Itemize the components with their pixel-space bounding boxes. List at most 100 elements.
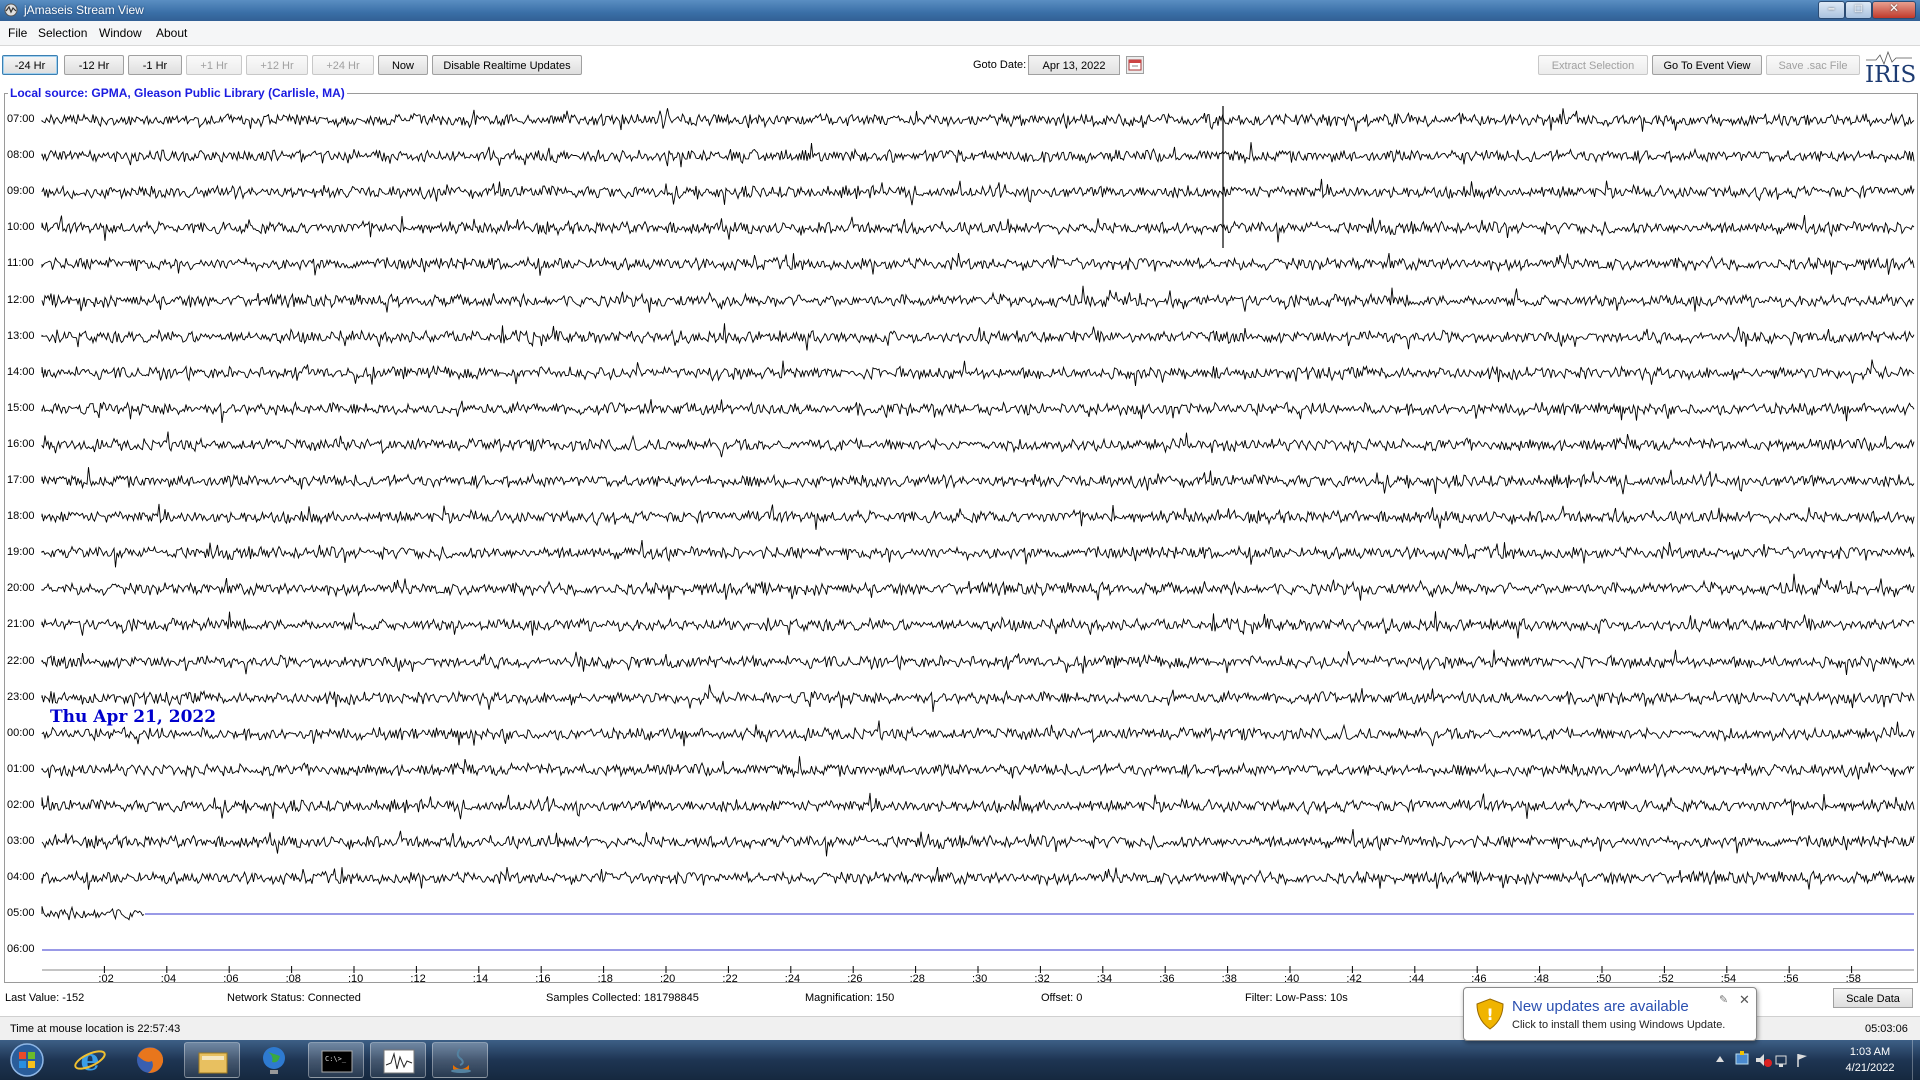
taskbar-command-prompt[interactable]: C:\>_ (308, 1042, 364, 1078)
minute-label: :46 (1471, 973, 1487, 985)
hour-label: 11:00 (7, 257, 34, 269)
system-tray (1716, 1051, 1807, 1067)
minute-label: :50 (1596, 973, 1612, 985)
taskbar-clock[interactable]: 1:03 AM 4/21/2022 (1830, 1044, 1910, 1076)
hour-label: 08:00 (7, 149, 35, 161)
seismic-trace (41, 649, 1915, 676)
start-button[interactable] (0, 1042, 54, 1078)
hour-label: 14:00 (7, 366, 35, 378)
clock-time: 1:03 AM (1849, 1046, 1891, 1058)
notification-options-icon[interactable]: ✎ (1719, 993, 1728, 1006)
minute-label: :08 (285, 973, 301, 985)
minute-label: :40 (1284, 973, 1300, 985)
minute-label: :30 (972, 973, 988, 985)
svg-text:!: ! (1486, 1005, 1493, 1024)
hour-label: 09:00 (7, 185, 35, 197)
hour-label: 13:00 (7, 330, 35, 342)
command-prompt-icon: C:\>_ (321, 1050, 353, 1073)
date-marker: Thu Apr 21, 2022 (50, 707, 217, 727)
update-notification[interactable]: ! New updates are available Click to ins… (1463, 987, 1757, 1041)
taskbar-file-explorer[interactable] (184, 1042, 240, 1078)
hour-label: 23:00 (7, 691, 35, 703)
hour-label: 18:00 (7, 510, 35, 522)
show-desktop-button[interactable] (1912, 1040, 1920, 1080)
hour-label: 03:00 (7, 835, 35, 847)
hour-label: 02:00 (7, 799, 35, 811)
magnification-status: Magnification: 150 (805, 992, 895, 1004)
taskbar-globe-app[interactable] (246, 1042, 302, 1078)
notification-body: Click to install them using Windows Upda… (1512, 1019, 1726, 1031)
internet-explorer-icon: e (74, 1043, 106, 1078)
seismic-trace (41, 829, 1915, 857)
minute-label: :22 (722, 973, 738, 985)
svg-text:e: e (80, 1043, 99, 1078)
mouse-time-status: Time at mouse location is 22:57:43 (10, 1023, 181, 1035)
seismic-trace (41, 323, 1915, 351)
svg-text:C:\>_: C:\>_ (325, 1055, 347, 1063)
minute-label: :26 (847, 973, 863, 985)
notification-close-icon[interactable]: ✕ (1739, 992, 1750, 1008)
minute-label: :36 (1159, 973, 1175, 985)
seismic-trace (41, 178, 1915, 206)
network-tray-icon[interactable] (1775, 1055, 1787, 1067)
taskbar-java-app[interactable] (432, 1042, 488, 1078)
seismic-trace (41, 867, 1915, 890)
last-value-status: Last Value: -152 (5, 992, 85, 1004)
seismic-trace (41, 431, 1915, 458)
minute-label: :10 (348, 973, 364, 985)
minute-label: :52 (1658, 973, 1674, 985)
firefox-icon (137, 1047, 164, 1073)
waveform-canvas[interactable] (0, 0, 1920, 1000)
minute-label: :48 (1533, 973, 1549, 985)
minute-label: :54 (1720, 973, 1737, 985)
minute-label: :06 (223, 973, 239, 985)
hour-label: 19:00 (7, 546, 35, 558)
hour-label: 21:00 (7, 618, 35, 630)
taskbar: e C:\>_ 1:03 AM 4/21/2022 (0, 1040, 1920, 1080)
minute-label: :16 (535, 973, 551, 985)
action-center-flag-icon[interactable] (1797, 1054, 1807, 1067)
hour-label: 10:00 (7, 221, 35, 233)
minute-label: :20 (660, 973, 676, 985)
taskbar-seismograph-app[interactable] (370, 1042, 426, 1078)
tray-expand-icon[interactable] (1716, 1056, 1724, 1062)
seismic-trace (41, 905, 145, 921)
seismic-trace (41, 684, 1915, 713)
hour-label: 04:00 (7, 871, 35, 883)
start-orb-icon (10, 1043, 44, 1077)
minute-label: :34 (1096, 973, 1113, 985)
minute-label: :58 (1845, 973, 1861, 985)
minute-label: :14 (472, 973, 489, 985)
seismic-trace (41, 399, 1915, 424)
minute-label: :02 (98, 973, 114, 985)
seismic-trace (41, 253, 1915, 276)
hour-label: 15:00 (7, 402, 35, 414)
hour-label: 00:00 (7, 727, 35, 739)
windows-update-tray-icon[interactable] (1735, 1051, 1749, 1065)
seismic-trace (41, 467, 1915, 495)
hour-label: 01:00 (7, 763, 35, 775)
seismic-trace (41, 573, 1915, 601)
seismic-trace (41, 792, 1915, 820)
minute-label: :28 (909, 973, 925, 985)
hour-label: 12:00 (7, 294, 35, 306)
minute-label: :32 (1034, 973, 1050, 985)
scale-data-button[interactable]: Scale Data (1833, 988, 1913, 1008)
hour-label: 16:00 (7, 438, 35, 450)
volume-muted-icon[interactable] (1756, 1054, 1772, 1067)
filter-status: Filter: Low-Pass: 10s (1245, 992, 1348, 1004)
minute-label: :38 (1221, 973, 1237, 985)
elapsed-time-status: 05:03:06 (1865, 1023, 1908, 1035)
seismic-trace (41, 503, 1915, 530)
hour-label: 06:00 (7, 943, 35, 955)
minute-label: :42 (1346, 973, 1362, 985)
taskbar-internet-explorer[interactable]: e (62, 1042, 118, 1078)
seismic-trace (41, 540, 1915, 568)
offset-status: Offset: 0 (1041, 992, 1083, 1004)
globe-app-icon (263, 1047, 285, 1074)
taskbar-firefox[interactable] (122, 1042, 178, 1078)
hour-label: 05:00 (7, 907, 35, 919)
minute-label: :12 (410, 973, 426, 985)
seismic-trace (41, 720, 1915, 747)
seismic-trace (41, 359, 1915, 387)
